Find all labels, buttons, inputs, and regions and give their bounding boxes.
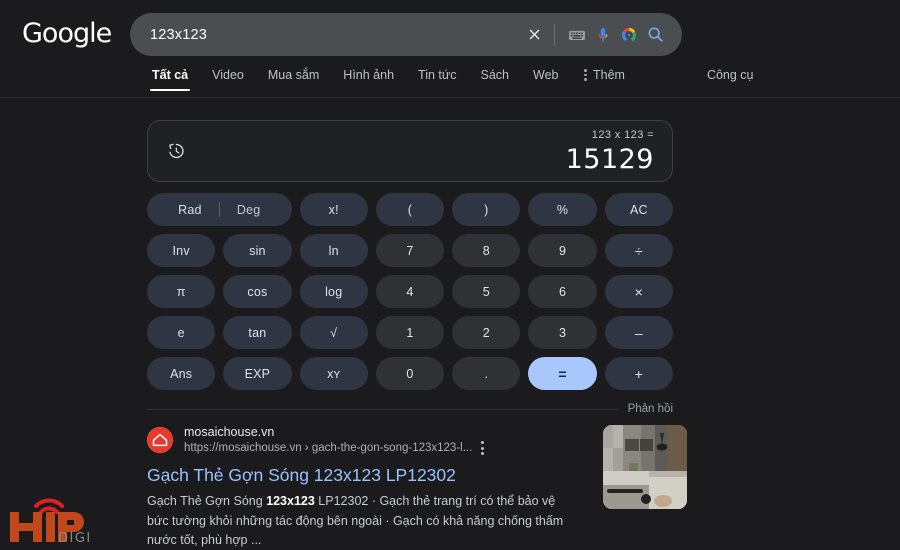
nav-tabs: Tất cả Video Mua sắm Hình ảnh Tin tức Sá…	[0, 68, 900, 98]
calculator-display: 123 x 123 = 15129	[147, 120, 673, 182]
key-0[interactable]: 0	[375, 357, 445, 390]
watermark-digi-label: DIGI	[58, 531, 92, 546]
key-percent[interactable]: %	[528, 193, 597, 226]
google-logo[interactable]: Google	[22, 18, 112, 49]
key-subtract[interactable]: –	[604, 316, 673, 349]
bathroom-interior-thumbnail[interactable]	[603, 425, 687, 509]
key-factorial[interactable]: x!	[299, 193, 368, 226]
snippet-pre: Gạch Thẻ Gợn Sóng	[147, 494, 267, 509]
key-tan[interactable]: tan	[223, 316, 292, 349]
key-multiply[interactable]: ×	[604, 275, 673, 308]
key-answer[interactable]: Ans	[147, 357, 216, 390]
key-equals[interactable]: =	[528, 357, 597, 390]
keyboard-icon[interactable]	[564, 22, 590, 48]
key-all-clear[interactable]: AC	[604, 193, 673, 226]
key-paren-open[interactable]: (	[375, 193, 445, 226]
key-8[interactable]: 8	[452, 234, 521, 267]
more-vert-icon[interactable]	[481, 441, 485, 456]
search-bar[interactable]	[130, 13, 682, 56]
google-lens-icon[interactable]	[616, 22, 642, 48]
calculator-keypad: Rad Deg x! ( ) % AC Inv sin ln 7 8 9 ÷ π…	[147, 193, 673, 390]
search-input[interactable]	[150, 26, 521, 43]
result-url-row: https://mosaichouse.vn › gach-the-gon-so…	[184, 441, 485, 456]
more-vert-icon	[584, 69, 587, 81]
key-6[interactable]: 6	[528, 275, 597, 308]
key-sqrt[interactable]: √	[299, 316, 368, 349]
key-e[interactable]: e	[147, 316, 216, 349]
key-sin[interactable]: sin	[223, 234, 292, 267]
key-cos[interactable]: cos	[223, 275, 292, 308]
feedback-divider	[147, 408, 618, 410]
tab-more-label: Thêm	[592, 68, 625, 82]
key-7[interactable]: 7	[375, 234, 445, 267]
tab-mua-sam[interactable]: Mua sắm	[256, 68, 331, 91]
key-decimal[interactable]: .	[452, 357, 521, 390]
search-result-header: mosaichouse.vn https://mosaichouse.vn › …	[147, 425, 585, 456]
key-rad-deg-toggle[interactable]: Rad Deg	[147, 193, 292, 226]
search-result-main: mosaichouse.vn https://mosaichouse.vn › …	[147, 425, 585, 550]
hip-digi-watermark: DIGI	[6, 490, 102, 546]
key-9[interactable]: 9	[528, 234, 597, 267]
result-snippet: Gạch Thẻ Gợn Sóng 123x123 LP12302 · Gạch…	[147, 492, 579, 550]
history-icon[interactable]	[166, 141, 186, 161]
key-ln[interactable]: ln	[299, 234, 368, 267]
calculator-result: 15129	[565, 143, 654, 175]
key-rad-label[interactable]: Rad	[161, 203, 219, 217]
key-2[interactable]: 2	[452, 316, 521, 349]
key-1[interactable]: 1	[375, 316, 445, 349]
tab-tin-tuc[interactable]: Tin tức	[406, 68, 468, 91]
search-result-item: mosaichouse.vn https://mosaichouse.vn › …	[147, 425, 687, 550]
key-paren-close[interactable]: )	[452, 193, 521, 226]
key-inverse[interactable]: Inv	[147, 234, 216, 267]
key-3[interactable]: 3	[528, 316, 597, 349]
calculator-expression: 123 x 123 =	[591, 128, 654, 141]
snippet-highlight: 123x123	[266, 494, 315, 509]
result-site-name[interactable]: mosaichouse.vn	[184, 425, 484, 441]
key-divide[interactable]: ÷	[604, 234, 673, 267]
result-title[interactable]: Gạch Thẻ Gợn Sóng 123x123 LP12302	[147, 464, 585, 487]
key-4[interactable]: 4	[375, 275, 445, 308]
calculator-widget: 123 x 123 = 15129 Rad Deg x! ( ) % AC In…	[147, 120, 673, 415]
result-url[interactable]: https://mosaichouse.vn › gach-the-gon-so…	[184, 441, 472, 456]
key-exponent[interactable]: EXP	[223, 357, 292, 390]
tab-web[interactable]: Web	[521, 68, 570, 91]
search-icon[interactable]	[642, 22, 668, 48]
house-icon	[147, 427, 173, 454]
close-icon[interactable]	[521, 22, 547, 48]
key-power[interactable]: xʏ	[299, 357, 368, 390]
feedback-row: Phản hồi	[147, 403, 673, 415]
microphone-icon[interactable]	[590, 22, 616, 48]
key-deg-label[interactable]: Deg	[220, 203, 278, 217]
tools-button[interactable]: Công cụ	[707, 68, 754, 91]
key-5[interactable]: 5	[452, 275, 521, 308]
tab-sach[interactable]: Sách	[469, 68, 522, 91]
tab-video[interactable]: Video	[200, 68, 256, 91]
search-divider	[554, 23, 555, 46]
page-header: Google	[0, 0, 900, 62]
key-log[interactable]: log	[299, 275, 368, 308]
tab-hinh-anh[interactable]: Hình ảnh	[331, 68, 406, 91]
key-pi[interactable]: π	[147, 275, 216, 308]
feedback-link[interactable]: Phản hồi	[628, 403, 673, 415]
nav-divider	[0, 97, 900, 98]
tab-more[interactable]: Thêm	[570, 68, 636, 91]
key-add[interactable]: +	[604, 357, 673, 390]
tab-tat-ca[interactable]: Tất cả	[140, 68, 200, 91]
